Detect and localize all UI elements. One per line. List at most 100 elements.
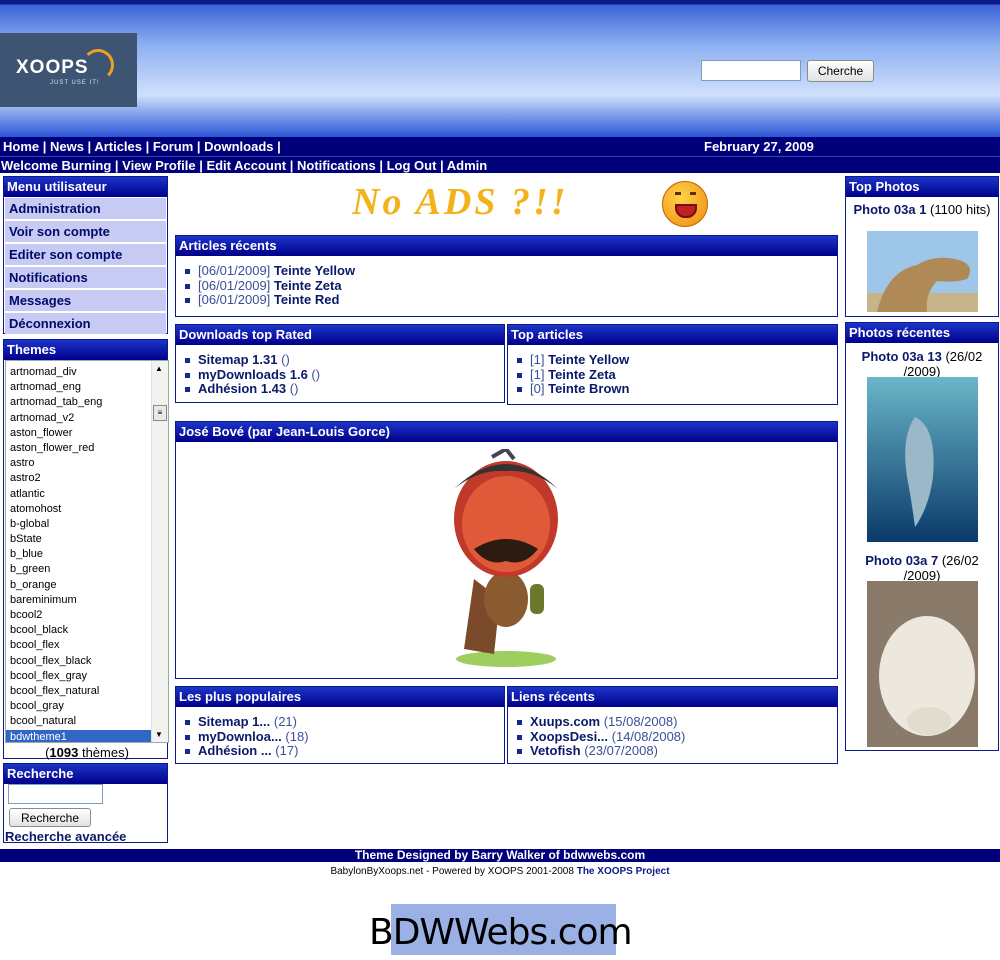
logo-text: XOOPS <box>16 57 89 78</box>
user-nav-bar: Welcome Burning | View Profile | Edit Ac… <box>0 156 1000 173</box>
list-item[interactable]: [0] Teinte Brown <box>517 381 837 397</box>
shouting-smiley-icon <box>662 181 708 227</box>
themes-title: Themes <box>4 340 167 360</box>
search-button[interactable]: Recherche <box>9 808 91 827</box>
bdwwebs-logo[interactable]: BDWWebs.com <box>369 904 633 955</box>
list-item[interactable]: Xuups.com (15/08/2008) <box>517 714 837 730</box>
themes-block: Themes artnomad_div artnomad_eng artnomad_… <box>3 339 169 760</box>
theme-option[interactable]: aston_flower <box>6 426 168 441</box>
list-item[interactable]: [06/01/2009] Teinte Yellow <box>185 263 837 279</box>
downloads-top-block: Downloads top Rated Sitemap 1.31 () myDow… <box>175 324 505 403</box>
user-menu-item[interactable]: Editer son compte <box>5 244 166 266</box>
main-nav-links[interactable]: Home | News | Articles | Forum | Downloa… <box>3 137 281 156</box>
user-menu-item[interactable]: Voir son compte <box>5 221 166 243</box>
list-item[interactable]: XoopsDesi... (14/08/2008) <box>517 729 837 745</box>
scroll-thumb[interactable]: ≡ <box>153 405 167 421</box>
advanced-search-link[interactable]: Recherche avancée <box>5 829 126 844</box>
scroll-down-icon[interactable]: ▼ <box>155 730 163 739</box>
theme-option[interactable]: bcool_black <box>6 623 168 638</box>
theme-option[interactable]: astro <box>6 456 168 471</box>
downloads-top-title: Downloads top Rated <box>176 325 504 345</box>
theme-option[interactable]: aston_flower_red <box>6 441 168 456</box>
theme-option[interactable]: bdwtheme1 <box>6 729 168 742</box>
theme-option[interactable]: b_green <box>6 562 168 577</box>
theme-option[interactable]: artnomad_tab_eng <box>6 395 168 410</box>
site-header: XOOPS JUST USE IT! Cherche <box>0 0 1000 137</box>
theme-option[interactable]: bState <box>6 532 168 547</box>
popular-block: Les plus populaires Sitemap 1... (21) myD… <box>175 686 505 764</box>
list-item[interactable]: Vetofish (23/07/2008) <box>517 743 837 759</box>
user-menu-item[interactable]: Déconnexion <box>5 313 166 335</box>
caricature-image[interactable] <box>434 449 578 671</box>
themes-select-list[interactable]: artnomad_div artnomad_eng artnomad_tab_eng… <box>5 360 169 743</box>
logo-ring-icon <box>82 49 114 81</box>
list-item[interactable]: myDownloa... (18) <box>185 729 504 745</box>
user-menu-title: Menu utilisateur <box>4 177 167 197</box>
theme-option[interactable]: artnomad_div <box>6 365 168 380</box>
theme-option[interactable]: b-global <box>6 517 168 532</box>
theme-option[interactable]: atomohost <box>6 502 168 517</box>
recent-articles-title: Articles récents <box>176 236 837 256</box>
search-input[interactable] <box>8 784 103 804</box>
featured-title: José Bové (par Jean-Louis Gorce) <box>176 422 837 442</box>
theme-option[interactable]: bcool_gray <box>6 699 168 714</box>
list-item[interactable]: Adhésion ... (17) <box>185 743 504 759</box>
theme-option[interactable]: bcool_natural <box>6 714 168 729</box>
recent-links-title: Liens récents <box>508 687 837 707</box>
search-title: Recherche <box>4 764 167 784</box>
recent-photo-caption-1[interactable]: Photo 03a 13 (26/02 /2009) <box>846 343 998 379</box>
footer-designed-by[interactable]: Theme Designed by Barry Walker of bdwweb… <box>0 849 1000 862</box>
theme-option[interactable]: bcool_flex_gray <box>6 669 168 684</box>
list-item[interactable]: myDownloads 1.6 () <box>185 367 504 383</box>
list-item[interactable]: [1] Teinte Yellow <box>517 352 837 368</box>
header-search-button[interactable]: Cherche <box>807 60 874 82</box>
recent-photo-caption-2[interactable]: Photo 03a 7 (26/02 /2009) <box>846 553 998 583</box>
recent-photos-block: Photos récentes Photo 03a 13 (26/02 /200… <box>845 322 999 751</box>
theme-option[interactable]: astro2 <box>6 471 168 486</box>
theme-option[interactable]: artnomad_eng <box>6 380 168 395</box>
recent-articles-block: Articles récents [06/01/2009] Teinte Yel… <box>175 235 838 317</box>
top-articles-title: Top articles <box>508 325 837 345</box>
logo-tagline: JUST USE IT! <box>50 80 100 86</box>
theme-option[interactable]: artnomad_v2 <box>6 411 168 426</box>
dolphin-photo[interactable] <box>867 377 978 542</box>
polar-bear-photo[interactable] <box>867 581 978 747</box>
theme-option[interactable]: bareminimum <box>6 593 168 608</box>
theme-option[interactable]: bcool2 <box>6 608 168 623</box>
list-item[interactable]: [06/01/2009] Teinte Zeta <box>185 278 837 294</box>
xoops-logo[interactable]: XOOPS JUST USE IT! <box>0 33 137 107</box>
user-menu-block: Menu utilisateur Administration Voir son … <box>3 176 168 335</box>
themes-scrollbar[interactable]: ▲ ≡ ▼ <box>151 361 168 742</box>
theme-option[interactable]: b_orange <box>6 578 168 593</box>
user-menu-item[interactable]: Messages <box>5 290 166 312</box>
camel-photo[interactable] <box>867 231 978 312</box>
user-menu-item[interactable]: Notifications <box>5 267 166 289</box>
theme-option[interactable]: bcool_flex_natural <box>6 684 168 699</box>
list-item[interactable]: [06/01/2009] Teinte Red <box>185 292 837 308</box>
recent-photos-title: Photos récentes <box>846 323 998 343</box>
themes-count: (1093 thèmes) <box>45 745 129 760</box>
top-photo-caption[interactable]: Photo 03a 1 (1100 hits) <box>846 197 998 217</box>
top-articles-block: Top articles [1] Teinte Yellow [1] Teinte… <box>507 324 838 405</box>
header-search-input[interactable] <box>701 60 801 81</box>
list-item[interactable]: Sitemap 1... (21) <box>185 714 504 730</box>
theme-option[interactable]: atlantic <box>6 487 168 502</box>
top-photos-block: Top Photos Photo 03a 1 (1100 hits) <box>845 176 999 317</box>
theme-option[interactable]: b_blue <box>6 547 168 562</box>
user-menu-item[interactable]: Administration <box>5 198 166 220</box>
list-item[interactable]: Adhésion 1.43 () <box>185 381 504 397</box>
search-block: Recherche Recherche Recherche avancée <box>3 763 168 844</box>
theme-option[interactable]: bcool_flex_black <box>6 654 168 669</box>
popular-title: Les plus populaires <box>176 687 504 707</box>
main-nav-bar: Home | News | Articles | Forum | Downloa… <box>0 137 1000 156</box>
user-nav-links[interactable]: Welcome Burning | View Profile | Edit Ac… <box>1 158 487 173</box>
xoops-project-link[interactable]: The XOOPS Project <box>577 866 670 877</box>
current-date: February 27, 2009 <box>704 139 814 154</box>
footer-powered: BabylonByXoops.net - Powered by XOOPS 20… <box>330 866 670 877</box>
theme-option[interactable]: bcool_flex <box>6 638 168 653</box>
list-item[interactable]: Sitemap 1.31 () <box>185 352 504 368</box>
no-ads-banner[interactable]: No ADS ?!! <box>352 180 569 224</box>
scroll-up-icon[interactable]: ▲ <box>155 364 163 373</box>
recent-links-block: Liens récents Xuups.com (15/08/2008) Xoop… <box>507 686 838 764</box>
list-item[interactable]: [1] Teinte Zeta <box>517 367 837 383</box>
